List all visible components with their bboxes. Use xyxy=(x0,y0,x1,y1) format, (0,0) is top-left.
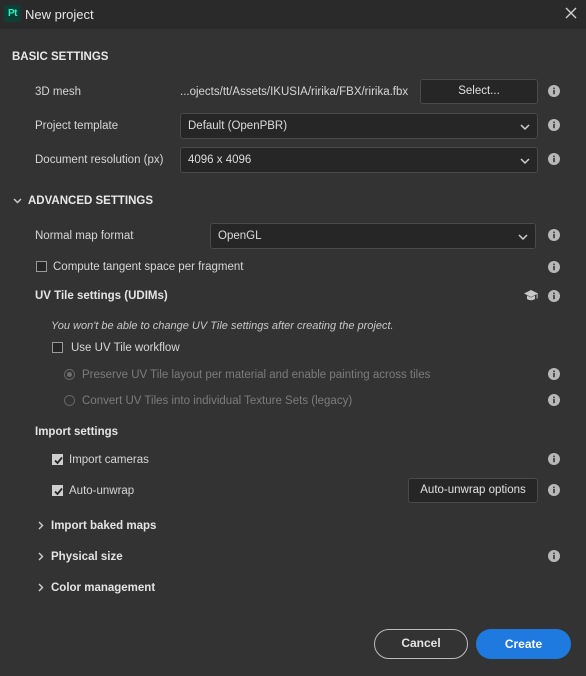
chevron-right-icon[interactable] xyxy=(36,521,45,530)
info-icon[interactable] xyxy=(548,394,560,406)
app-logo: Pt xyxy=(4,5,21,22)
normal-map-value: OpenGL xyxy=(218,230,262,242)
info-icon[interactable] xyxy=(548,261,560,273)
chevron-right-icon[interactable] xyxy=(36,552,45,561)
template-value: Default (OpenPBR) xyxy=(188,120,288,132)
auto-unwrap-options-button[interactable]: Auto-unwrap options xyxy=(408,478,538,503)
normal-map-label: Normal map format xyxy=(35,230,134,242)
physical-size-section[interactable]: Physical size xyxy=(51,551,123,563)
normal-map-select[interactable]: OpenGL xyxy=(210,223,536,249)
info-icon[interactable] xyxy=(548,119,560,131)
import-baked-maps-section[interactable]: Import baked maps xyxy=(51,520,156,532)
template-label: Project template xyxy=(35,120,119,132)
checkmark-icon xyxy=(54,456,63,465)
graduation-cap-icon[interactable] xyxy=(523,289,539,302)
auto-unwrap-label[interactable]: Auto-unwrap xyxy=(69,485,134,497)
advanced-settings-heading[interactable]: ADVANCED SETTINGS xyxy=(28,195,153,207)
info-icon[interactable] xyxy=(548,153,560,165)
uv-workflow-label[interactable]: Use UV Tile workflow xyxy=(71,342,180,354)
chevron-down-icon xyxy=(518,234,528,241)
window-title: New project xyxy=(25,7,94,22)
import-settings-heading: Import settings xyxy=(35,426,119,438)
checkmark-icon xyxy=(54,487,63,496)
uv-tile-note: You won't be able to change UV Tile sett… xyxy=(51,320,394,332)
info-icon[interactable] xyxy=(548,484,560,496)
tangent-space-label[interactable]: Compute tangent space per fragment xyxy=(53,261,244,273)
info-icon[interactable] xyxy=(548,229,560,241)
chevron-down-icon xyxy=(520,158,530,165)
info-icon[interactable] xyxy=(548,85,560,97)
info-icon[interactable] xyxy=(548,453,560,465)
resolution-value: 4096 x 4096 xyxy=(188,154,252,166)
select-mesh-button[interactable]: Select... xyxy=(420,79,538,104)
mesh-label: 3D mesh xyxy=(35,86,82,98)
uv-convert-label: Convert UV Tiles into individual Texture… xyxy=(82,395,353,407)
import-cameras-checkbox[interactable] xyxy=(52,454,63,465)
uv-preserve-label: Preserve UV Tile layout per material and… xyxy=(82,369,431,381)
info-icon[interactable] xyxy=(548,550,560,562)
info-icon[interactable] xyxy=(548,368,560,380)
tangent-space-checkbox[interactable] xyxy=(36,261,47,272)
auto-unwrap-checkbox[interactable] xyxy=(52,485,63,496)
chevron-down-icon xyxy=(520,124,530,131)
chevron-down-icon[interactable] xyxy=(13,196,22,205)
create-button[interactable]: Create xyxy=(476,629,571,659)
template-select[interactable]: Default (OpenPBR) xyxy=(180,113,538,139)
resolution-select[interactable]: 4096 x 4096 xyxy=(180,147,538,173)
info-icon[interactable] xyxy=(548,290,560,302)
mesh-path: ...ojects/tt/Assets/IKUSIA/ririka/FBX/ri… xyxy=(180,86,409,98)
close-icon[interactable] xyxy=(562,4,580,22)
uv-tile-heading: UV Tile settings (UDIMs) xyxy=(35,290,168,302)
uv-preserve-radio xyxy=(64,369,75,380)
resolution-label: Document resolution (px) xyxy=(35,154,164,166)
chevron-right-icon[interactable] xyxy=(36,583,45,592)
basic-settings-heading: BASIC SETTINGS xyxy=(12,51,109,63)
import-cameras-label[interactable]: Import cameras xyxy=(69,454,149,466)
uv-convert-radio xyxy=(64,395,75,406)
uv-workflow-checkbox[interactable] xyxy=(52,342,63,353)
cancel-button[interactable]: Cancel xyxy=(374,629,468,659)
color-management-section[interactable]: Color management xyxy=(51,582,155,594)
